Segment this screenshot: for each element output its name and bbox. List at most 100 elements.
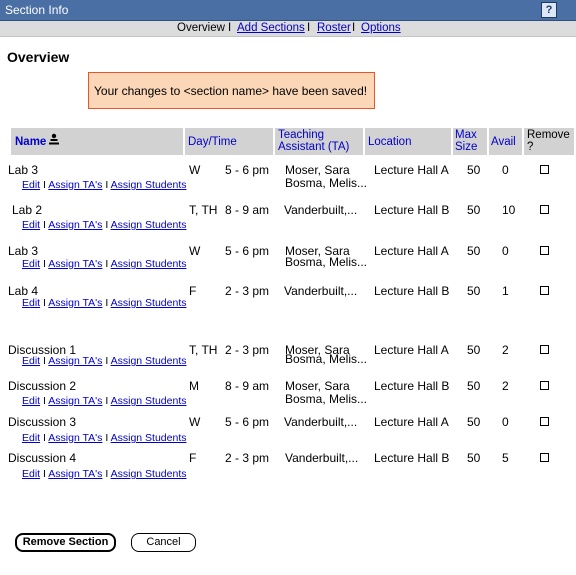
- assign-tas-link[interactable]: Assign TA's: [48, 297, 102, 309]
- section-day: M: [189, 379, 199, 393]
- section-day: T, TH: [189, 203, 218, 217]
- assign-students-link[interactable]: Assign Students: [111, 355, 187, 367]
- section-max-size: 50: [467, 284, 481, 298]
- section-avail: 0: [502, 163, 509, 177]
- remove-checkbox[interactable]: [540, 246, 549, 255]
- assign-tas-link[interactable]: Assign TA's: [48, 395, 102, 407]
- section-ta-1: Vanderbuilt,...: [284, 203, 358, 217]
- assign-tas-link[interactable]: Assign TA's: [48, 468, 102, 480]
- column-header-ta: Teaching Assistant (TA): [278, 129, 349, 153]
- edit-link[interactable]: Edit: [22, 468, 40, 480]
- section-location: Lecture Hall A: [374, 415, 449, 429]
- assign-students-link[interactable]: Assign Students: [111, 297, 187, 309]
- section-ta-2: Bosma, Melis...: [285, 176, 368, 190]
- column-header-ta-line2: Assistant (TA): [278, 141, 350, 153]
- section-name: Lab 3: [8, 244, 39, 258]
- edit-link[interactable]: Edit: [22, 395, 40, 407]
- section-location: Lecture Hall B: [374, 451, 450, 465]
- remove-checkbox[interactable]: [540, 345, 549, 354]
- column-header-daytime[interactable]: Day/Time: [188, 136, 237, 148]
- row-actions: Edit I Assign TA's I Assign Students: [22, 219, 187, 231]
- column-header-location[interactable]: Location: [368, 136, 411, 148]
- nav-separator: I: [307, 22, 311, 34]
- assign-students-link[interactable]: Assign Students: [111, 179, 187, 191]
- column-header-avail[interactable]: Avail: [491, 136, 516, 148]
- column-header-max-line2: Size: [455, 141, 478, 153]
- section-max-size: 50: [467, 244, 481, 258]
- column-divider: [522, 128, 524, 155]
- edit-link[interactable]: Edit: [22, 432, 40, 444]
- nav-roster-link[interactable]: Roster: [317, 22, 351, 34]
- edit-link[interactable]: Edit: [22, 297, 40, 309]
- link-separator: I: [105, 432, 109, 444]
- section-nav: Overview I Add Sections I Roster I Optio…: [0, 21, 576, 37]
- section-day: F: [189, 284, 197, 298]
- section-ta-2: Bosma, Melis...: [285, 392, 368, 406]
- section-location: Lecture Hall A: [374, 244, 449, 258]
- section-avail: 2: [502, 343, 509, 357]
- section-location: Lecture Hall A: [374, 163, 449, 177]
- section-day: T, TH: [189, 343, 218, 357]
- column-header-name[interactable]: Name: [15, 136, 46, 148]
- edit-link[interactable]: Edit: [22, 179, 40, 191]
- help-icon[interactable]: ?: [541, 2, 557, 18]
- section-max-size: 50: [467, 343, 481, 357]
- row-actions: Edit I Assign TA's I Assign Students: [22, 258, 187, 270]
- section-time: 5 - 6 pm: [225, 163, 270, 177]
- column-divider: [273, 128, 275, 155]
- section-day: F: [189, 451, 197, 465]
- section-location: Lecture Hall B: [374, 203, 450, 217]
- page-title: Overview: [7, 49, 70, 65]
- column-divider: [451, 128, 453, 155]
- column-header-ta-line1: Teaching: [278, 129, 325, 141]
- section-name: Discussion 2: [8, 379, 77, 393]
- link-separator: I: [105, 179, 109, 191]
- assign-tas-link[interactable]: Assign TA's: [48, 219, 102, 231]
- cancel-button[interactable]: Cancel: [131, 533, 196, 552]
- nav-options-link[interactable]: Options: [361, 22, 401, 34]
- window-title: Section Info: [5, 3, 69, 17]
- edit-link[interactable]: Edit: [22, 258, 40, 270]
- table-header: Name Day/Time Teaching Assistant (TA) Lo…: [11, 128, 574, 155]
- link-separator: I: [43, 258, 46, 270]
- save-confirmation-notice: Your changes to <section name> have been…: [88, 72, 375, 109]
- section-time: 5 - 6 pm: [225, 415, 270, 429]
- section-day: W: [189, 244, 201, 258]
- remove-checkbox[interactable]: [540, 286, 549, 295]
- assign-students-link[interactable]: Assign Students: [111, 395, 187, 407]
- section-day: W: [189, 415, 201, 429]
- section-max-size: 50: [467, 203, 481, 217]
- edit-link[interactable]: Edit: [22, 355, 40, 367]
- remove-checkbox[interactable]: [540, 205, 549, 214]
- assign-students-link[interactable]: Assign Students: [111, 432, 187, 444]
- remove-checkbox[interactable]: [540, 381, 549, 390]
- remove-checkbox[interactable]: [540, 417, 549, 426]
- section-ta-1: Vanderbuilt,...: [285, 451, 359, 465]
- edit-link[interactable]: Edit: [22, 219, 40, 231]
- column-header-remove-line2: ?: [527, 141, 534, 153]
- nav-add-sections-link[interactable]: Add Sections: [237, 22, 305, 34]
- section-avail: 0: [502, 415, 509, 429]
- assign-tas-link[interactable]: Assign TA's: [48, 355, 102, 367]
- section-ta-1: Vanderbuilt,...: [284, 284, 358, 298]
- assign-tas-link[interactable]: Assign TA's: [48, 258, 102, 270]
- column-header-remove-line1: Remove: [527, 129, 570, 141]
- section-max-size: 50: [467, 163, 481, 177]
- section-name: Discussion 3: [8, 415, 77, 429]
- remove-checkbox[interactable]: [540, 165, 549, 174]
- link-separator: I: [43, 355, 46, 367]
- section-avail: 10: [502, 203, 516, 217]
- nav-separator: I: [228, 22, 232, 34]
- assign-tas-link[interactable]: Assign TA's: [48, 179, 102, 191]
- remove-checkbox[interactable]: [540, 453, 549, 462]
- section-time: 2 - 3 pm: [225, 284, 270, 298]
- sort-ascending-icon[interactable]: [48, 133, 60, 145]
- remove-section-button[interactable]: Remove Section: [15, 533, 116, 552]
- link-separator: I: [43, 468, 46, 480]
- link-separator: I: [43, 219, 46, 231]
- assign-tas-link[interactable]: Assign TA's: [48, 432, 102, 444]
- section-max-size: 50: [467, 379, 481, 393]
- assign-students-link[interactable]: Assign Students: [111, 468, 187, 480]
- assign-students-link[interactable]: Assign Students: [111, 219, 187, 231]
- assign-students-link[interactable]: Assign Students: [111, 258, 187, 270]
